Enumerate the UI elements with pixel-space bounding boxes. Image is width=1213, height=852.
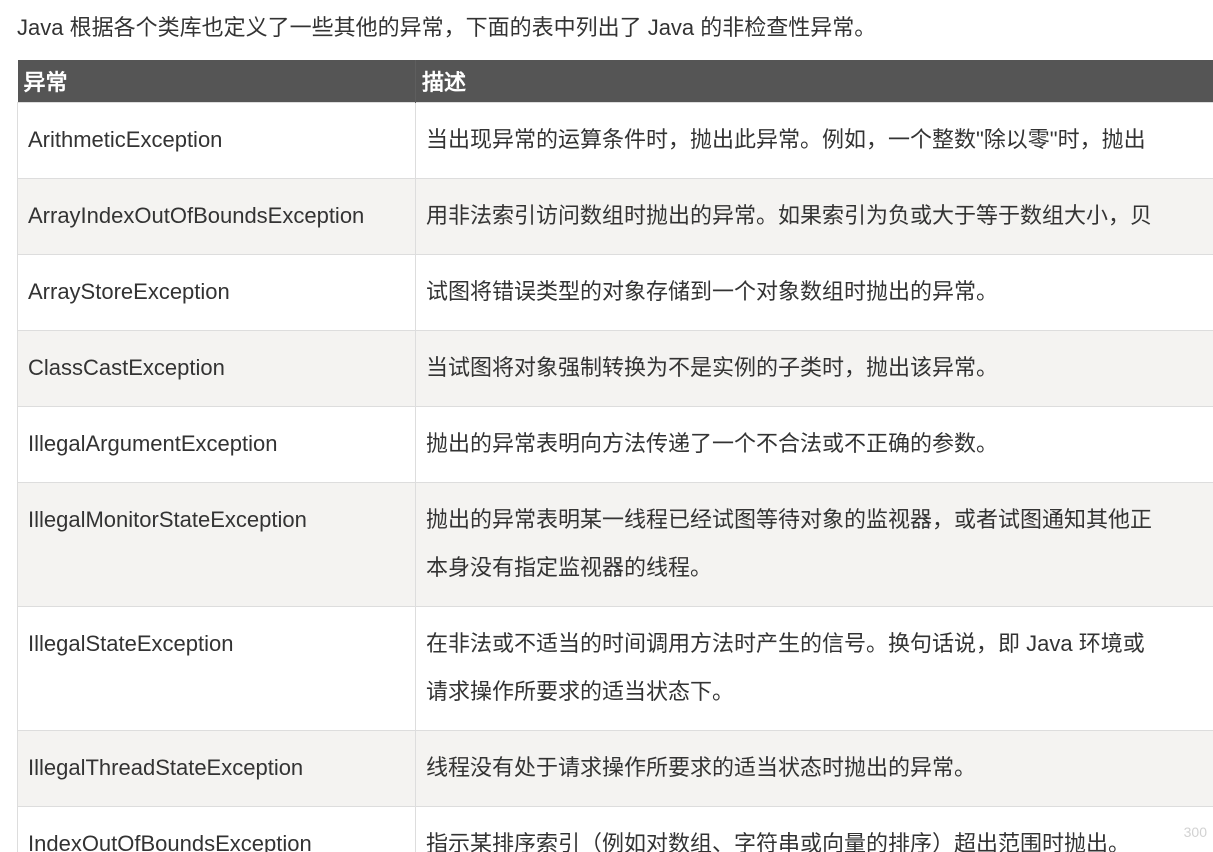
exception-description: 指示某排序索引（例如对数组、字符串或向量的排序）超出范围时抛出。 <box>415 806 1213 852</box>
table-header: 异常 描述 <box>17 60 1213 103</box>
page: Java 根据各个类库也定义了一些其他的异常，下面的表中列出了 Java 的非检… <box>0 0 1213 852</box>
exception-name: ClassCastException <box>17 330 416 407</box>
watermark: 300 <box>1183 824 1207 840</box>
description-line: 抛出的异常表明某一线程已经试图等待对象的监视器，或者试图通知其他正 <box>426 507 1153 532</box>
exception-description: 试图将错误类型的对象存储到一个对象数组时抛出的异常。 <box>415 254 1213 331</box>
table-row: IllegalArgumentException 抛出的异常表明向方法传递了一个… <box>17 406 1213 483</box>
exception-name: IllegalMonitorStateException <box>17 482 416 607</box>
exception-name: IllegalThreadStateException <box>17 730 416 807</box>
exception-name: ArrayStoreException <box>17 254 416 331</box>
table-row: IllegalStateException 在非法或不适当的时间调用方法时产生的… <box>17 606 1213 731</box>
exception-name: ArithmeticException <box>17 102 416 179</box>
header-exception: 异常 <box>17 60 416 103</box>
exception-name: IllegalStateException <box>17 606 416 731</box>
exception-name: IllegalArgumentException <box>17 406 416 483</box>
exception-description: 抛出的异常表明某一线程已经试图等待对象的监视器，或者试图通知其他正 本身没有指定… <box>415 482 1213 607</box>
exception-name: ArrayIndexOutOfBoundsException <box>17 178 416 255</box>
exception-table: 异常 描述 ArithmeticException 当出现异常的运算条件时，抛出… <box>17 60 1213 852</box>
table-row: IndexOutOfBoundsException 指示某排序索引（例如对数组、… <box>17 806 1213 852</box>
description-line: 本身没有指定监视器的线程。 <box>426 555 713 580</box>
exception-table-container: 异常 描述 ArithmeticException 当出现异常的运算条件时，抛出… <box>17 60 1213 852</box>
description-line: 在非法或不适当的时间调用方法时产生的信号。换句话说，即 Java 环境或 <box>426 631 1145 656</box>
table-row: ArithmeticException 当出现异常的运算条件时，抛出此异常。例如… <box>17 102 1213 179</box>
exception-description: 当出现异常的运算条件时，抛出此异常。例如，一个整数"除以零"时，抛出 <box>415 102 1213 179</box>
intro-text: Java 根据各个类库也定义了一些其他的异常，下面的表中列出了 Java 的非检… <box>17 15 877 40</box>
header-description: 描述 <box>415 60 1213 103</box>
exception-description: 当试图将对象强制转换为不是实例的子类时，抛出该异常。 <box>415 330 1213 407</box>
table-header-row: 异常 描述 <box>17 60 1213 103</box>
exception-description: 线程没有处于请求操作所要求的适当状态时抛出的异常。 <box>415 730 1213 807</box>
table-row: IllegalThreadStateException 线程没有处于请求操作所要… <box>17 730 1213 807</box>
description-line: 请求操作所要求的适当状态下。 <box>426 679 735 704</box>
table-row: ClassCastException 当试图将对象强制转换为不是实例的子类时，抛… <box>17 330 1213 407</box>
exception-description: 用非法索引访问数组时抛出的异常。如果索引为负或大于等于数组大小，贝 <box>415 178 1213 255</box>
table-row: IllegalMonitorStateException 抛出的异常表明某一线程… <box>17 482 1213 607</box>
table-row: ArrayStoreException 试图将错误类型的对象存储到一个对象数组时… <box>17 254 1213 331</box>
exception-description: 在非法或不适当的时间调用方法时产生的信号。换句话说，即 Java 环境或 请求操… <box>415 606 1213 731</box>
table-row: ArrayIndexOutOfBoundsException 用非法索引访问数组… <box>17 178 1213 255</box>
table-body: ArithmeticException 当出现异常的运算条件时，抛出此异常。例如… <box>17 102 1213 852</box>
exception-description: 抛出的异常表明向方法传递了一个不合法或不正确的参数。 <box>415 406 1213 483</box>
exception-name: IndexOutOfBoundsException <box>17 806 416 852</box>
